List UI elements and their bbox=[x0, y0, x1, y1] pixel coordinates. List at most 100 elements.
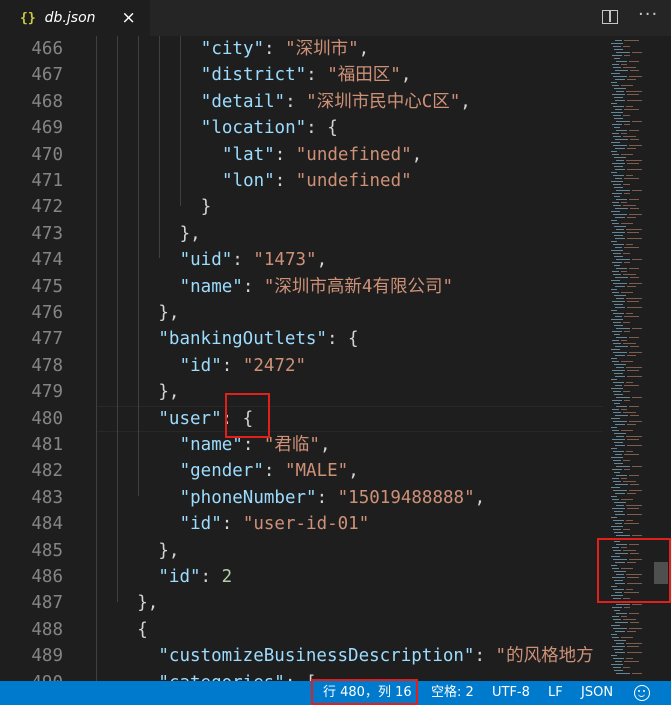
minimap-line bbox=[626, 643, 642, 644]
close-icon[interactable]: × bbox=[122, 8, 136, 28]
minimap-line bbox=[630, 70, 639, 71]
minimap-line bbox=[612, 469, 622, 470]
minimap-line bbox=[621, 271, 627, 272]
code-line[interactable]: 474 "uid": "1473", bbox=[0, 247, 603, 273]
code-token: , bbox=[348, 461, 359, 482]
minimap-line bbox=[623, 115, 630, 116]
minimap-line bbox=[615, 109, 622, 110]
minimap-line bbox=[615, 238, 625, 239]
minimap-line bbox=[629, 490, 642, 491]
code-token: "customizeBusinessDescription" bbox=[158, 646, 475, 667]
code-text: "district": "福田区", bbox=[201, 62, 412, 88]
code-line[interactable]: 480 "user": { bbox=[0, 406, 603, 432]
line-number: 471 bbox=[31, 171, 63, 191]
code-token: "categories" bbox=[158, 673, 284, 681]
code-token: "MALE" bbox=[284, 461, 349, 482]
minimap-line bbox=[615, 523, 622, 524]
code-token: "gender" bbox=[179, 461, 264, 482]
code-line[interactable]: 469 "location": { bbox=[0, 115, 603, 141]
tab-db-json[interactable]: {} db.json × bbox=[0, 0, 150, 36]
minimap-line bbox=[614, 472, 620, 473]
code-line[interactable]: 489 "customizeBusinessDescription": "的风格地… bbox=[0, 643, 603, 669]
minimap-line bbox=[615, 316, 622, 317]
minimap-line bbox=[616, 229, 624, 230]
more-actions-icon[interactable]: ··· bbox=[638, 4, 658, 25]
minimap-line bbox=[615, 415, 628, 416]
minimap-line bbox=[613, 667, 621, 668]
code-line[interactable]: 466 "city": "深圳市", bbox=[0, 36, 603, 62]
minimap-line bbox=[614, 670, 623, 671]
minimap-line bbox=[616, 367, 624, 368]
code-line[interactable]: 486 "id": 2 bbox=[0, 564, 603, 590]
code-line[interactable]: 481 "name": "君临", bbox=[0, 432, 603, 458]
minimap-line bbox=[615, 424, 625, 425]
code-line[interactable]: 482 "gender": "MALE", bbox=[0, 458, 603, 484]
minimap-line bbox=[612, 133, 619, 134]
indent-guide bbox=[96, 36, 97, 681]
code-token: "city" bbox=[200, 39, 265, 59]
language-mode[interactable]: JSON bbox=[581, 681, 613, 705]
code-line[interactable]: 475 "name": "深圳市高新4有限公司" bbox=[0, 274, 603, 300]
minimap-line bbox=[616, 535, 630, 536]
code-line[interactable]: 478 "id": "2472" bbox=[0, 353, 603, 379]
minimap-line bbox=[615, 148, 625, 149]
line-number: 483 bbox=[31, 487, 63, 508]
minimap-line bbox=[613, 382, 624, 383]
minimap-line bbox=[616, 199, 627, 200]
minimap-line bbox=[624, 400, 630, 401]
minimap-line bbox=[616, 268, 627, 269]
code-text: "lon": "undefined" bbox=[222, 168, 412, 194]
code-line[interactable]: 472} bbox=[0, 194, 603, 220]
minimap-line bbox=[616, 466, 630, 467]
minimap-line bbox=[615, 70, 628, 71]
code-line[interactable]: 483 "phoneNumber": "15019488888", bbox=[0, 485, 603, 511]
code-line[interactable]: 467 "district": "福田区", bbox=[0, 62, 603, 88]
indent-guide bbox=[159, 36, 160, 258]
code-line[interactable]: 477 "bankingOutlets": { bbox=[0, 326, 603, 352]
minimap-line bbox=[612, 340, 619, 341]
minimap-line bbox=[624, 40, 639, 41]
minimap-line bbox=[615, 178, 622, 179]
line-number: 475 bbox=[31, 276, 63, 297]
indentation-status[interactable]: 空格: 2 bbox=[431, 681, 474, 705]
code-line[interactable]: 490 "categories": [ bbox=[0, 670, 603, 681]
code-line[interactable]: 471 "lon": "undefined" bbox=[0, 168, 603, 194]
minimap-line bbox=[613, 658, 624, 659]
json-file-icon: {} bbox=[20, 10, 36, 26]
code-line[interactable]: 488 { bbox=[0, 617, 603, 643]
minimap-line bbox=[612, 478, 619, 479]
minimap-line bbox=[623, 46, 630, 47]
code-line[interactable]: 485}, bbox=[0, 538, 603, 564]
split-editor-icon[interactable] bbox=[602, 10, 618, 24]
code-token: , bbox=[319, 435, 331, 455]
minimap-line bbox=[615, 631, 625, 632]
code-line[interactable]: 468 "detail": "深圳市民中心C区", bbox=[0, 89, 603, 115]
minimap-line bbox=[632, 259, 642, 260]
minimap-line bbox=[626, 298, 642, 299]
minimap-line bbox=[624, 109, 639, 110]
encoding-status[interactable]: UTF-8 bbox=[492, 681, 530, 705]
minimap-line bbox=[614, 187, 623, 188]
line-number: 479 bbox=[31, 382, 63, 403]
feedback-smiley-icon[interactable] bbox=[634, 685, 650, 701]
line-number: 487 bbox=[31, 593, 63, 614]
code-line[interactable]: 476}, bbox=[0, 300, 603, 326]
eol-status[interactable]: LF bbox=[548, 681, 563, 705]
minimap-line bbox=[611, 220, 617, 221]
code-line[interactable]: 484 "id": "user-id-01" bbox=[0, 511, 603, 537]
code-editor[interactable]: 466 "city": "深圳市", 467 "district": "福田区", 46… bbox=[0, 36, 603, 681]
minimap-line bbox=[612, 64, 619, 65]
code-text: "categories": [ bbox=[158, 670, 316, 681]
code-text: }, bbox=[158, 379, 179, 405]
code-line[interactable]: 473}, bbox=[0, 221, 603, 247]
code-token: "id" bbox=[179, 514, 222, 535]
code-token: "bankingOutlets" bbox=[158, 329, 327, 350]
minimap-line bbox=[612, 499, 619, 500]
minimap-line bbox=[614, 463, 623, 464]
minimap-line bbox=[613, 481, 621, 482]
minimap-line bbox=[629, 352, 642, 353]
minimap-line bbox=[632, 466, 642, 467]
code-line[interactable]: 479}, bbox=[0, 379, 603, 405]
code-line[interactable]: 470 "lat": "undefined", bbox=[0, 142, 603, 168]
code-line[interactable]: 487}, bbox=[0, 590, 603, 616]
